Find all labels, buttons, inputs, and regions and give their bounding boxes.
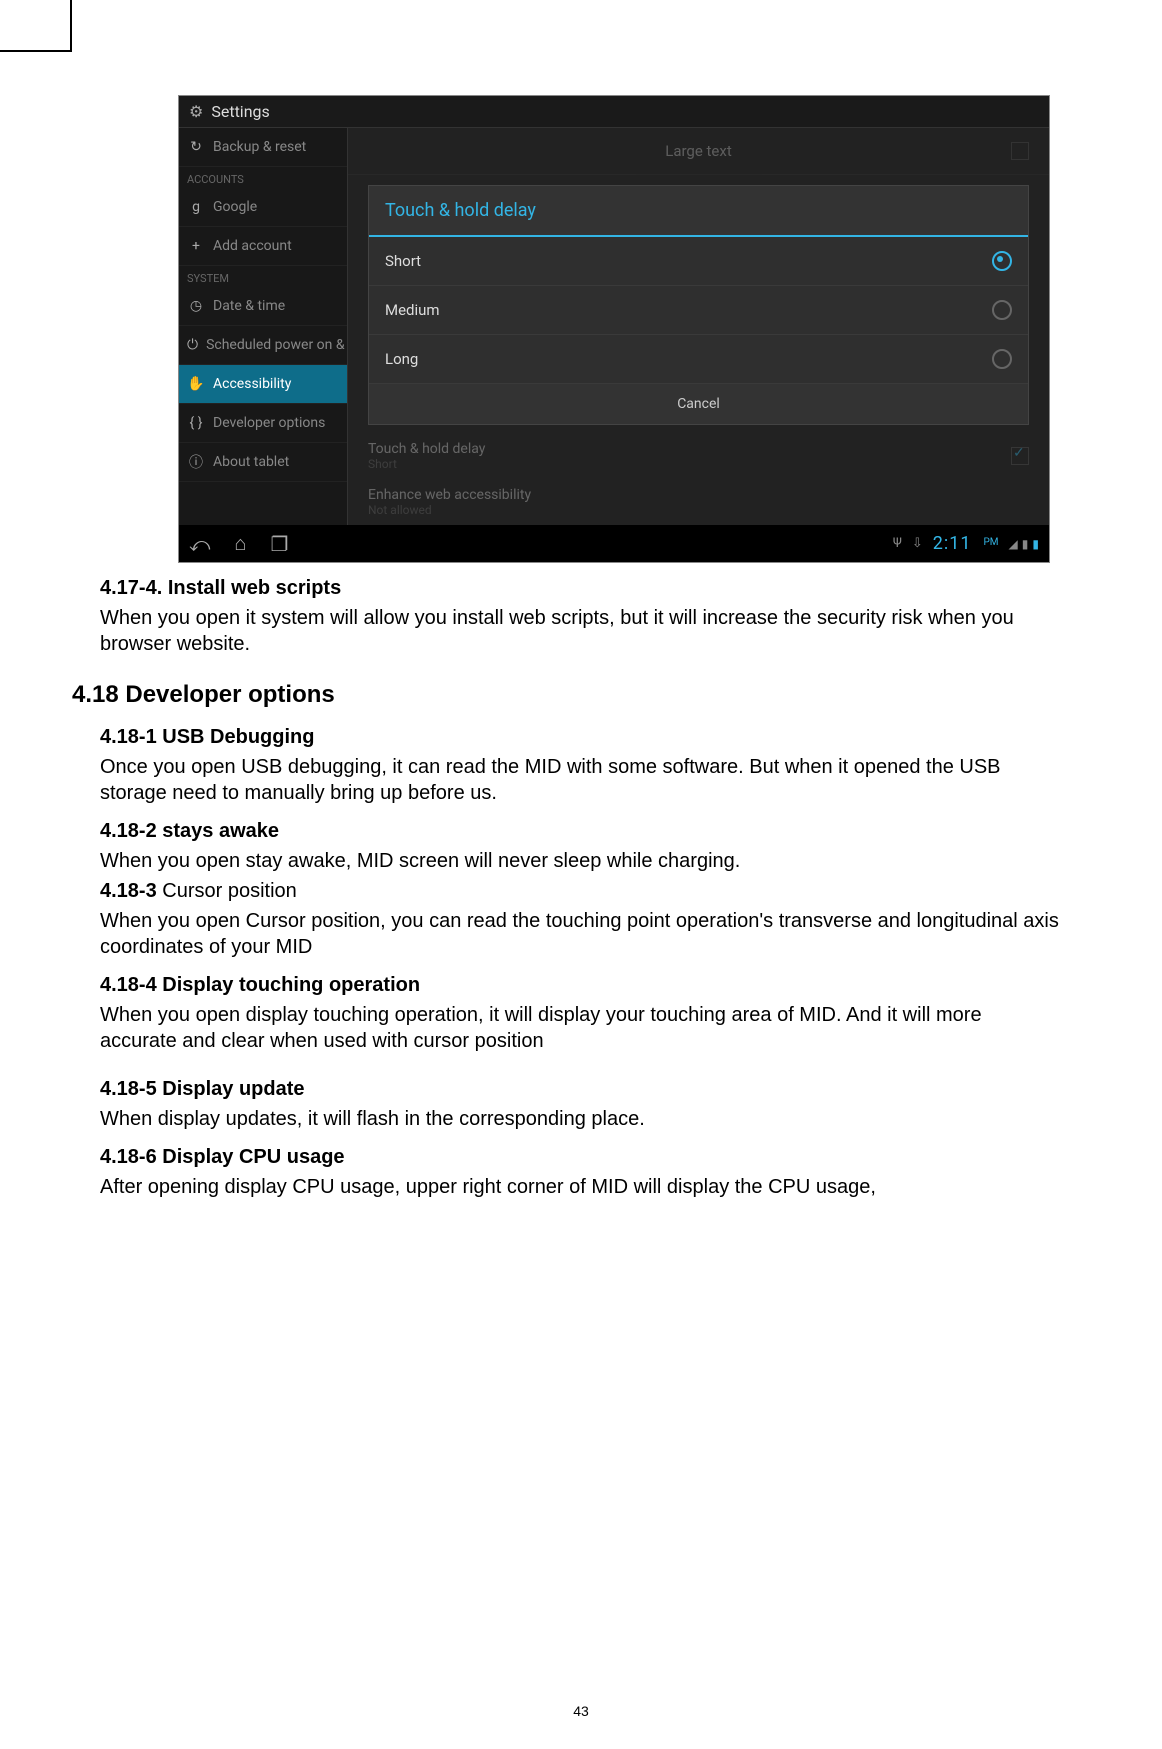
power-icon: ⏻: [187, 336, 198, 354]
page-number: 43: [0, 1703, 1162, 1719]
heading-4-18-3: 4.18-3 Cursor position: [100, 878, 1062, 904]
touch-hold-label: Touch & hold delay: [368, 441, 485, 457]
touch-hold-value: Short: [368, 457, 485, 471]
gear-icon: ⚙: [189, 102, 203, 121]
setting-touch-hold[interactable]: Touch & hold delay Short: [368, 433, 1029, 479]
battery-icon: ▮: [1032, 537, 1039, 551]
settings-body: ↻ Backup & reset ACCOUNTS g Google + Add…: [179, 128, 1049, 525]
sidebar-section-accounts: ACCOUNTS: [179, 167, 347, 188]
setting-large-text[interactable]: Large text: [348, 128, 1049, 175]
wifi-icon: ◢: [1009, 537, 1018, 551]
dialog-cancel-button[interactable]: Cancel: [369, 384, 1028, 424]
clock-time: 2:11: [933, 533, 972, 554]
sidebar-item-about-tablet[interactable]: ⓘ About tablet: [179, 443, 347, 482]
sidebar-item-label: Accessibility: [213, 376, 291, 392]
android-settings-screenshot: ⚙ Settings ↻ Backup & reset ACCOUNTS g G…: [178, 95, 1050, 563]
radio-icon[interactable]: [992, 349, 1012, 369]
clock-ampm: PM: [984, 537, 999, 548]
settings-main: Large text Touch & hold delay Short Medi…: [348, 128, 1049, 525]
clock-icon: ◷: [187, 297, 205, 315]
paragraph-4-18-4: When you open display touching operation…: [100, 1002, 1062, 1054]
document-text: 4.17-4. Install web scripts When you ope…: [100, 575, 1062, 1200]
paragraph-4-18-3: When you open Cursor position, you can r…: [100, 908, 1062, 960]
info-icon: ⓘ: [187, 453, 205, 471]
heading-4-18: 4.18 Developer options: [72, 679, 1062, 710]
sidebar-item-add-account[interactable]: + Add account: [179, 227, 347, 266]
dialog-option-medium[interactable]: Medium: [369, 286, 1028, 335]
paragraph-4-18-6: After opening display CPU usage, upper r…: [100, 1174, 1062, 1200]
heading-4-18-4: 4.18-4 Display touching operation: [100, 972, 1062, 998]
heading-4-18-3-bold: 4.18-3: [100, 880, 162, 902]
hand-icon: ✋: [187, 375, 205, 393]
sidebar-item-label: Scheduled power on & off: [206, 337, 347, 353]
heading-4-18-5: 4.18-5 Display update: [100, 1076, 1062, 1102]
radio-selected-icon[interactable]: [992, 251, 1012, 271]
sidebar-item-label: Backup & reset: [213, 139, 306, 155]
heading-4-18-3-rest: Cursor position: [162, 880, 297, 902]
sidebar-item-label: About tablet: [213, 454, 289, 470]
heading-4-17-4: 4.17-4. Install web scripts: [100, 575, 1062, 601]
large-text-label: Large text: [665, 142, 732, 160]
corner-box: [0, 0, 72, 52]
paragraph-4-18-1: Once you open USB debugging, it can read…: [100, 754, 1062, 806]
heading-4-18-2: 4.18-2 stays awake: [100, 818, 1062, 844]
dialog-option-long[interactable]: Long: [369, 335, 1028, 384]
home-icon[interactable]: ⌂: [234, 531, 246, 556]
settings-title: Settings: [211, 102, 269, 121]
sidebar-item-label: Google: [213, 199, 257, 215]
option-label: Short: [385, 252, 421, 270]
usb-icon: Ψ: [893, 536, 902, 551]
signal-icon: ▮: [1022, 537, 1029, 551]
plus-icon: +: [187, 237, 205, 255]
option-label: Long: [385, 350, 418, 368]
sidebar-item-date-time[interactable]: ◷ Date & time: [179, 287, 347, 326]
sidebar-item-developer-options[interactable]: { } Developer options: [179, 404, 347, 443]
enhance-web-value: Not allowed: [368, 503, 1029, 517]
google-icon: g: [187, 198, 205, 216]
settings-below-dialog: Touch & hold delay Short Enhance web acc…: [348, 425, 1049, 525]
dialog-title: Touch & hold delay: [369, 186, 1028, 237]
settings-header: ⚙ Settings: [179, 96, 1049, 128]
heading-4-18-1: 4.18-1 USB Debugging: [100, 724, 1062, 750]
back-icon[interactable]: ⤺: [189, 532, 210, 556]
sidebar-item-label: Date & time: [213, 298, 285, 314]
paragraph-4-17-4: When you open it system will allow you i…: [100, 605, 1062, 657]
sidebar-item-accessibility[interactable]: ✋ Accessibility: [179, 365, 347, 404]
paragraph-4-18-5: When display updates, it will flash in t…: [100, 1106, 1062, 1132]
radio-icon[interactable]: [992, 300, 1012, 320]
backup-icon: ↻: [187, 138, 205, 156]
sidebar-item-scheduled-power[interactable]: ⏻ Scheduled power on & off: [179, 326, 347, 365]
braces-icon: { }: [187, 414, 205, 432]
android-navbar: ⤺ ⌂ ❐ Ψ ⇩ 2:11 PM ◢ ▮ ▮: [179, 525, 1049, 562]
dialog-option-short[interactable]: Short: [369, 237, 1028, 286]
touch-hold-dialog: Touch & hold delay Short Medium Long Can…: [368, 185, 1029, 425]
large-text-checkbox[interactable]: [1011, 142, 1029, 160]
sidebar-item-backup-reset[interactable]: ↻ Backup & reset: [179, 128, 347, 167]
status-icons: ◢ ▮ ▮: [1009, 537, 1039, 551]
option-label: Medium: [385, 301, 440, 319]
checkbox-checked-icon[interactable]: [1011, 447, 1029, 465]
settings-sidebar: ↻ Backup & reset ACCOUNTS g Google + Add…: [179, 128, 348, 525]
heading-4-18-6: 4.18-6 Display CPU usage: [100, 1144, 1062, 1170]
setting-enhance-web[interactable]: Enhance web accessibility Not allowed: [368, 479, 1029, 525]
sidebar-item-label: Developer options: [213, 415, 325, 431]
enhance-web-label: Enhance web accessibility: [368, 487, 1029, 503]
sidebar-section-system: SYSTEM: [179, 266, 347, 287]
document-page: ⚙ Settings ↻ Backup & reset ACCOUNTS g G…: [0, 0, 1162, 1749]
paragraph-4-18-2: When you open stay awake, MID screen wil…: [100, 848, 1062, 874]
download-icon: ⇩: [912, 536, 923, 551]
recent-icon[interactable]: ❐: [270, 532, 288, 556]
sidebar-item-label: Add account: [213, 238, 292, 254]
sidebar-item-google[interactable]: g Google: [179, 188, 347, 227]
